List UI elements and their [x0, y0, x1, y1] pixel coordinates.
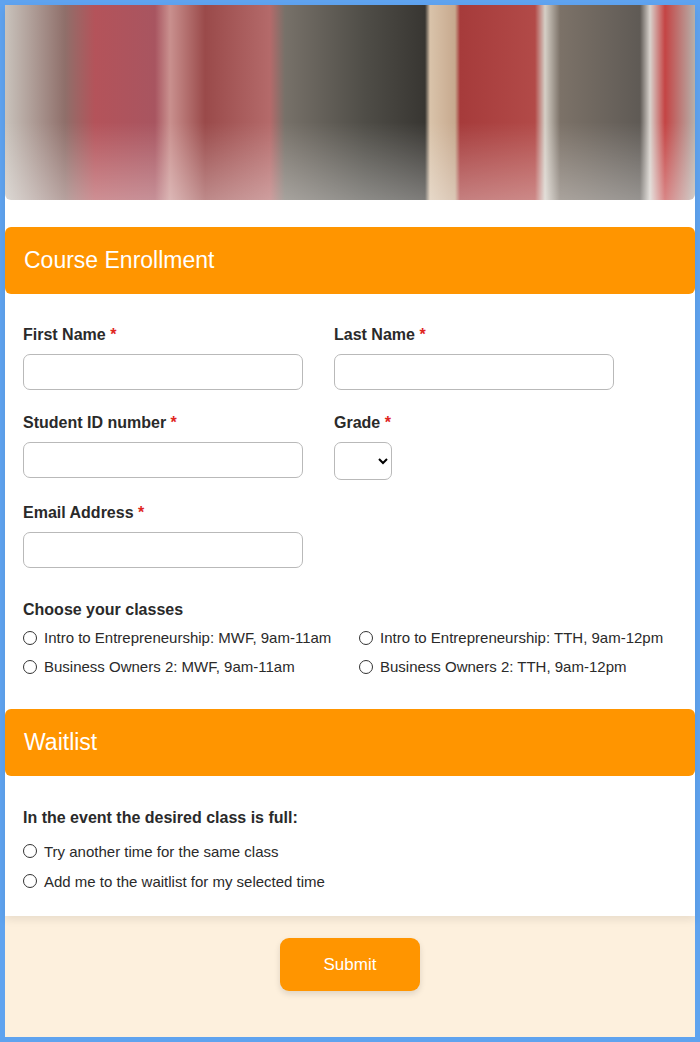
form-sheet: Course Enrollment First Name * Last Name *…: [5, 5, 695, 1037]
radio-icon[interactable]: [23, 874, 37, 888]
header-image: [5, 5, 695, 200]
section-header: Waitlist: [5, 709, 695, 776]
required-mark: *: [419, 326, 425, 343]
field-label: Grade *: [334, 413, 391, 433]
option-label: Try another time for the same class: [44, 843, 279, 860]
radio-icon[interactable]: [359, 631, 373, 645]
submit-button[interactable]: Submit: [280, 938, 420, 991]
form-area: Course Enrollment First Name * Last Name *…: [5, 5, 695, 916]
waitlist-choice: In the event the desired class is full: T…: [5, 776, 695, 896]
radio-icon[interactable]: [23, 844, 37, 858]
form-field: Student ID number *: [23, 413, 334, 480]
group-label: Choose your classes: [23, 600, 677, 620]
field-label: Last Name *: [334, 325, 426, 345]
field-grid: First Name * Last Name * Student ID number…: [5, 294, 695, 568]
class-option[interactable]: Intro to Entrepreneurship: TTH, 9am-12pm: [359, 623, 673, 652]
field-label: First Name *: [23, 325, 116, 345]
class-options: Intro to Entrepreneurship: MWF, 9am-11am…: [23, 623, 677, 681]
form-field: Email Address *: [23, 503, 334, 568]
grade-select[interactable]: [334, 442, 392, 480]
required-mark: *: [171, 414, 177, 431]
required-mark: *: [138, 504, 144, 521]
form-field: Grade *: [334, 413, 645, 480]
class-option[interactable]: Business Owners 2: MWF, 9am-11am: [23, 652, 359, 681]
option-label: Intro to Entrepreneurship: MWF, 9am-11am: [44, 629, 331, 646]
waitlist-option[interactable]: Try another time for the same class: [23, 836, 677, 866]
text-input[interactable]: [23, 532, 303, 568]
text-input[interactable]: [334, 354, 614, 390]
field-label: Student ID number *: [23, 413, 177, 433]
section-header: Course Enrollment: [5, 227, 695, 294]
form-field: First Name *: [23, 325, 334, 390]
group-label: In the event the desired class is full:: [23, 808, 677, 828]
radio-icon[interactable]: [23, 631, 37, 645]
text-input[interactable]: [23, 354, 303, 390]
form-field: Last Name *: [334, 325, 645, 390]
radio-icon[interactable]: [23, 660, 37, 674]
class-option[interactable]: Intro to Entrepreneurship: MWF, 9am-11am: [23, 623, 359, 652]
option-label: Business Owners 2: MWF, 9am-11am: [44, 658, 295, 675]
radio-icon[interactable]: [359, 660, 373, 674]
option-label: Add me to the waitlist for my selected t…: [44, 873, 325, 890]
waitlist-option[interactable]: Add me to the waitlist for my selected t…: [23, 866, 677, 896]
required-mark: *: [385, 414, 391, 431]
form-footer: Submit: [5, 916, 695, 1037]
option-label: Intro to Entrepreneurship: TTH, 9am-12pm: [380, 629, 663, 646]
field-label: Email Address *: [23, 503, 144, 523]
page-frame: Course Enrollment First Name * Last Name *…: [0, 0, 700, 1042]
section-title: Waitlist: [24, 729, 97, 756]
class-choice: Choose your classes Intro to Entrepreneur…: [5, 568, 695, 681]
text-input[interactable]: [23, 442, 303, 478]
option-label: Business Owners 2: TTH, 9am-12pm: [380, 658, 626, 675]
section-title: Course Enrollment: [24, 247, 214, 274]
required-mark: *: [110, 326, 116, 343]
class-option[interactable]: Business Owners 2: TTH, 9am-12pm: [359, 652, 673, 681]
